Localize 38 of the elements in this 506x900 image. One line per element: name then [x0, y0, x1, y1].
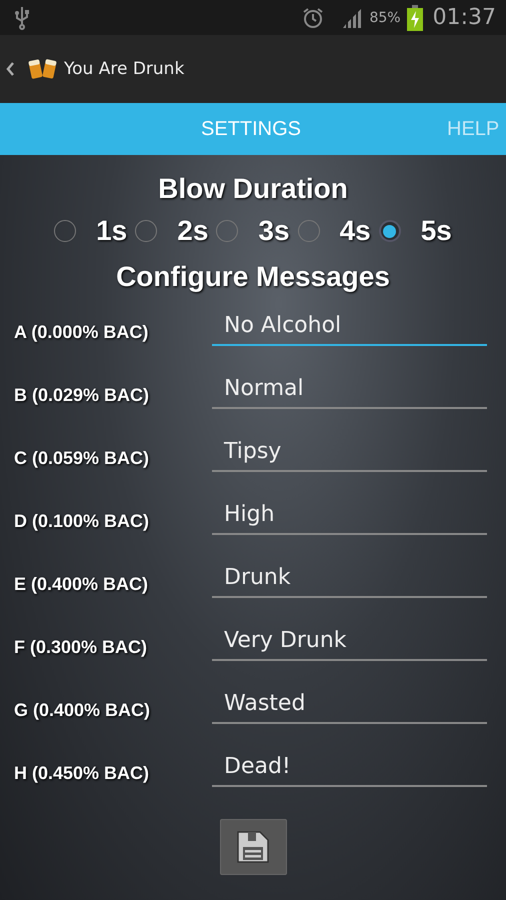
clock-time: 01:37 — [432, 5, 496, 30]
save-button[interactable] — [220, 819, 286, 875]
field-label: G (0.400% BAC) — [14, 700, 152, 721]
back-caret-icon[interactable] — [6, 62, 14, 76]
radio-label: 2s — [177, 215, 208, 247]
radio-button[interactable] — [135, 220, 158, 242]
alarm-icon — [301, 6, 326, 30]
radio-button[interactable] — [216, 220, 238, 242]
text-field[interactable]: Very Drunk — [212, 628, 487, 660]
field-label: F (0.300% BAC) — [14, 637, 148, 658]
battery-charging-icon — [406, 4, 423, 30]
field-label: D (0.100% BAC) — [14, 511, 150, 532]
section-heading: Blow Duration — [158, 173, 348, 205]
radio-button[interactable] — [54, 220, 76, 242]
text-field[interactable]: No Alcohol — [212, 314, 487, 346]
radio-button[interactable] — [298, 220, 320, 242]
signal-icon — [341, 8, 364, 28]
radio-label: 3s — [258, 215, 290, 247]
app-title: You Are Drunk — [64, 59, 184, 79]
field-label: C (0.059% BAC) — [14, 448, 150, 469]
radio-button[interactable] — [378, 220, 401, 242]
field-label: E (0.400% BAC) — [14, 574, 150, 595]
field-label: A (0.000% BAC) — [14, 322, 150, 343]
beer-mugs-icon[interactable] — [28, 57, 58, 81]
text-field[interactable]: Normal — [212, 376, 487, 408]
field-label: H (0.450% BAC) — [14, 763, 150, 784]
radio-label: 5s — [420, 215, 452, 247]
text-field[interactable]: Tipsy — [212, 440, 487, 472]
section-heading: Configure Messages — [116, 261, 390, 293]
text-field[interactable]: Wasted — [212, 692, 487, 724]
usb-icon — [15, 6, 29, 30]
battery-percentage: 85% — [369, 10, 401, 26]
text-field[interactable]: High — [212, 502, 487, 534]
radio-label: 4s — [340, 215, 371, 247]
text-field[interactable]: Drunk — [212, 566, 487, 598]
field-label: B (0.029% BAC) — [14, 385, 150, 406]
text-field[interactable]: Dead! — [212, 754, 487, 786]
radio-label: 1s — [96, 215, 128, 247]
